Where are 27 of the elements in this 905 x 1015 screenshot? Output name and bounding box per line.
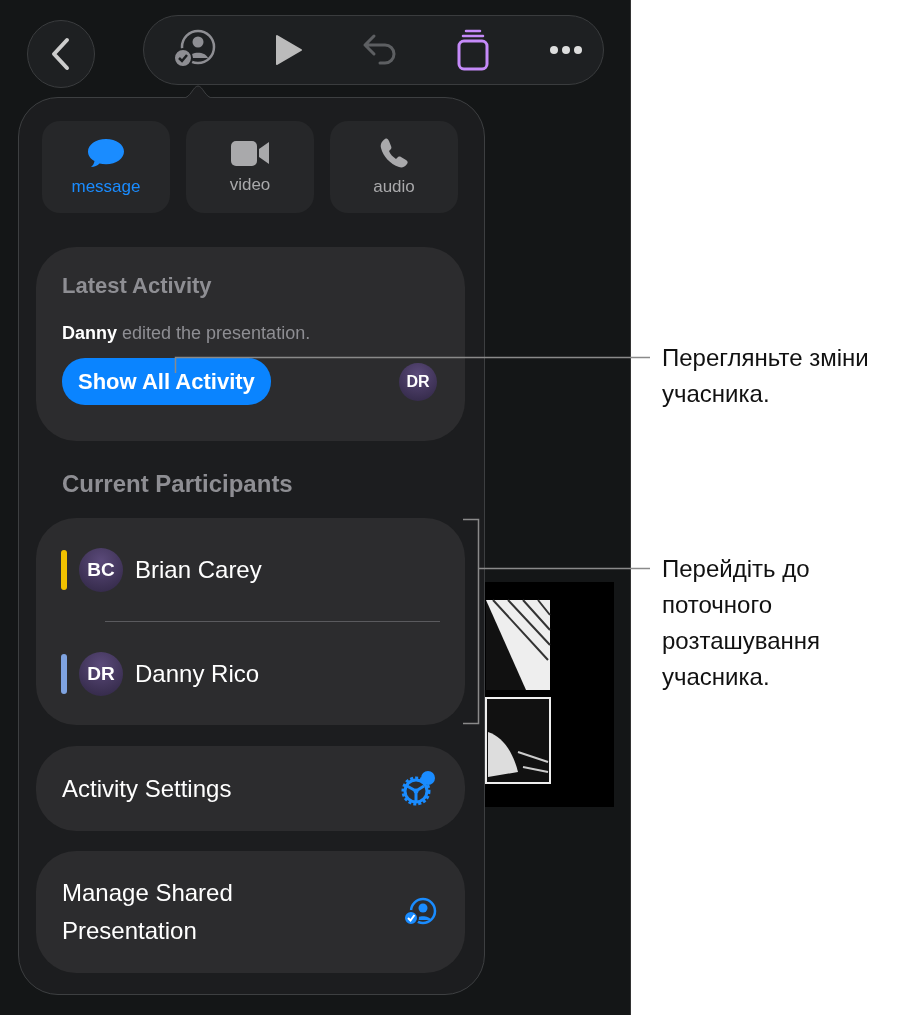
section-title: Current Participants [62, 470, 294, 498]
video-camera-icon [230, 139, 270, 167]
activity-text: Danny edited the presentation. [62, 323, 312, 344]
participant-name: Danny Rico [135, 659, 260, 688]
avatar: BC [79, 547, 123, 592]
participant-name: Brian Carey [135, 555, 262, 584]
play-icon[interactable] [274, 34, 303, 66]
phone-icon [378, 137, 410, 169]
callout-text: Перегляньте зміни учасника. [662, 343, 870, 409]
contact-option-button[interactable]: audio [330, 121, 458, 213]
more-icon[interactable] [549, 45, 583, 55]
avatar: DR [399, 362, 437, 401]
participant-item[interactable]: BC Brian Carey [61, 518, 440, 621]
action-button[interactable]: Manage Shared Presentation [36, 851, 465, 973]
participant-item[interactable]: DR Danny Rico [61, 622, 440, 725]
callout-text: Перейдіть до поточного розташування учасника. [662, 554, 822, 692]
action-button[interactable]: Activity Settings [36, 746, 465, 831]
person-check-icon [403, 897, 437, 927]
avatar: DR [79, 651, 123, 696]
section-title: Latest Activity [62, 273, 213, 299]
gear-icon [399, 769, 437, 808]
slides-icon[interactable] [456, 29, 491, 71]
contact-option-button[interactable]: message [42, 121, 170, 213]
show-all-activity-button[interactable]: Show All Activity [62, 358, 271, 405]
undo-icon[interactable] [361, 33, 398, 67]
speech-bubble-icon [86, 137, 126, 169]
contact-option-button[interactable]: video [186, 121, 314, 213]
